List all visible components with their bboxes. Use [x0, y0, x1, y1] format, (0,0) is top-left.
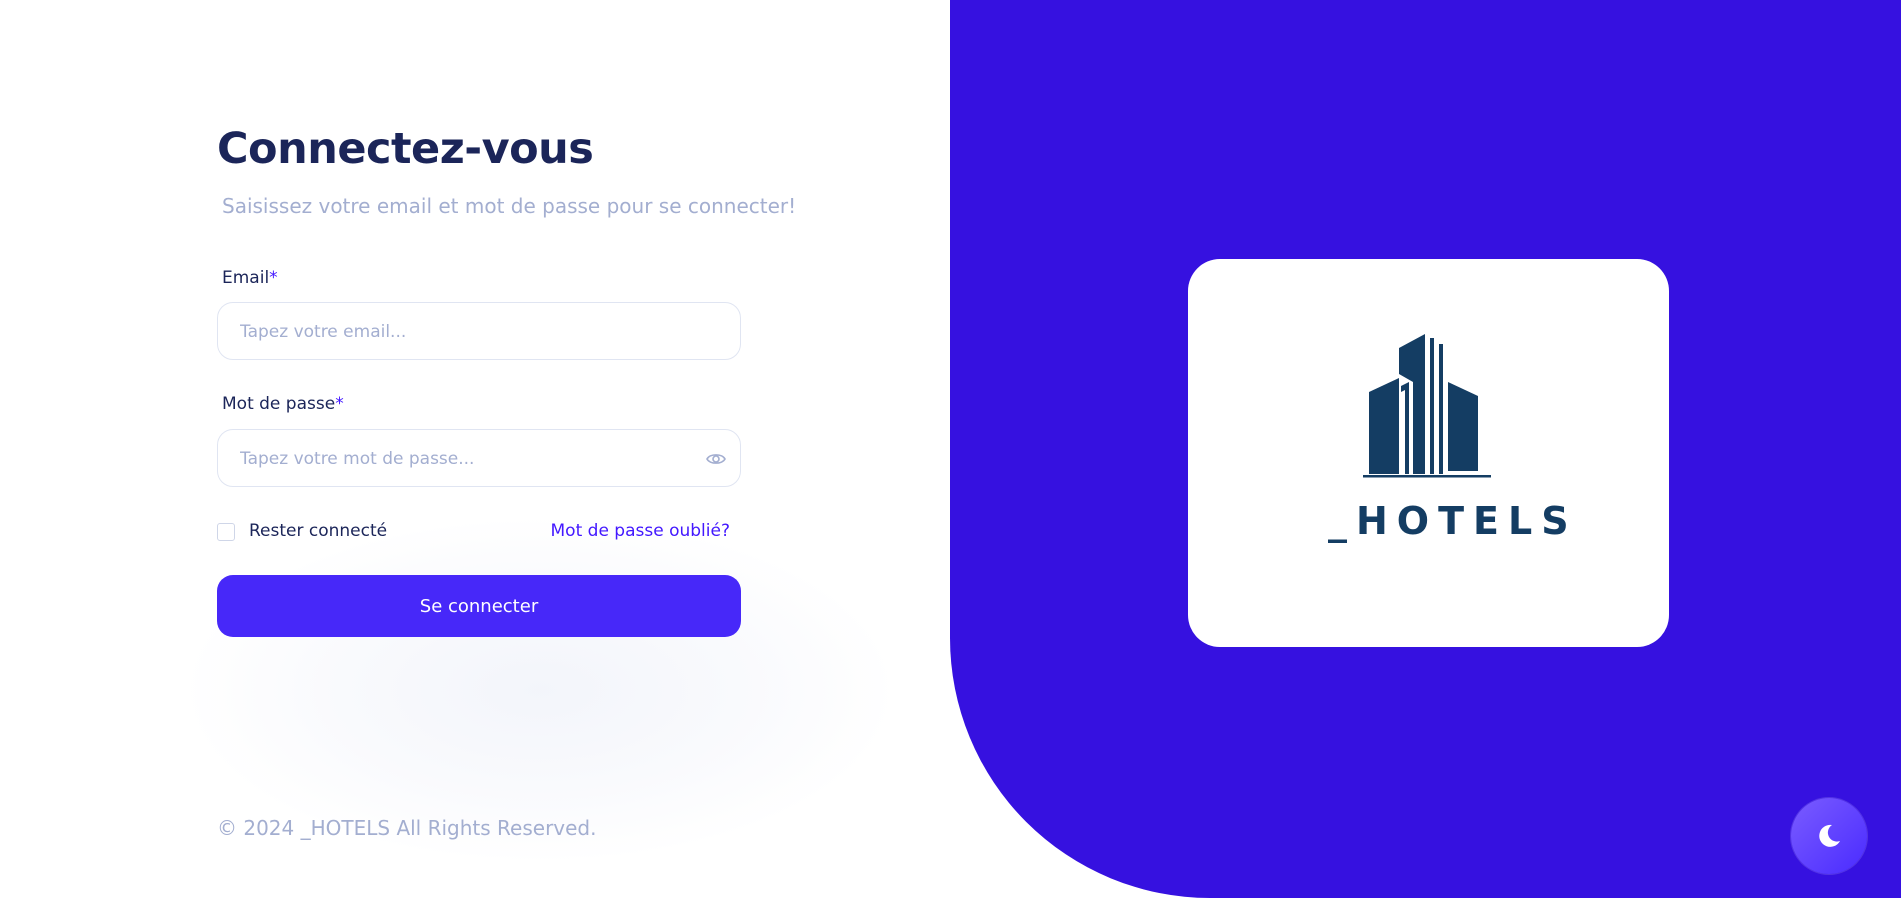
password-label: Mot de passe* [222, 394, 344, 414]
building-icon [1363, 334, 1491, 478]
forgot-password-link[interactable]: Mot de passe oublié? [551, 521, 730, 541]
required-mark: * [335, 394, 344, 414]
theme-toggle-button[interactable] [1791, 798, 1867, 874]
password-field[interactable] [238, 430, 682, 488]
login-page: Connectez-vous Saisissez votre email et … [0, 0, 1901, 898]
page-title: Connectez-vous [217, 124, 594, 174]
email-field-wrapper [217, 302, 741, 361]
email-label-text: Email [222, 268, 270, 288]
login-button[interactable]: Se connecter [217, 575, 741, 637]
eye-icon[interactable] [706, 450, 726, 468]
email-field[interactable] [238, 303, 682, 361]
footer-copyright: © 2024 _HOTELS All Rights Reserved. [217, 816, 597, 840]
remember-label: Rester connecté [249, 521, 388, 541]
password-field-wrapper [217, 429, 741, 488]
logo-card: _HOTELS [1188, 259, 1669, 647]
email-label: Email* [222, 268, 278, 288]
moon-icon [1819, 824, 1840, 847]
brand-panel: _HOTELS [950, 0, 1901, 898]
remember-checkbox[interactable] [217, 523, 235, 541]
login-form: Connectez-vous Saisissez votre email et … [217, 0, 796, 898]
required-mark: * [269, 268, 278, 288]
password-label-text: Mot de passe [222, 394, 336, 414]
page-subtitle: Saisissez votre email et mot de passe po… [222, 194, 797, 218]
brand-wordmark: _HOTELS [1328, 499, 1578, 543]
